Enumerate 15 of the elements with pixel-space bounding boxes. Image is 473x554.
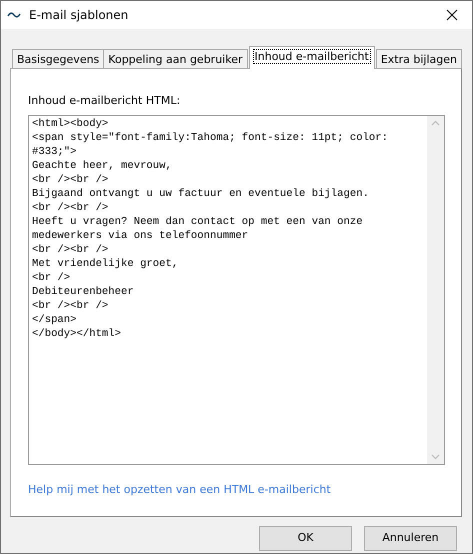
scroll-down-icon[interactable] [431,454,440,460]
tab[interactable]: Basisgegevens [12,49,104,69]
ok-button[interactable]: OK [259,526,352,551]
help-link[interactable]: Help mij met het opzetten van een HTML e-mailbericht [28,482,331,498]
window-title: E-mail sjablonen [29,7,130,24]
close-icon [446,9,458,21]
html-editor-field[interactable]: <html><body> <span style="font-family:Tahoma; font-size: 11pt; color: #333;"> Geachte heer, mevrouw, <br /><br /> Bijgaand ontvangt u uw factuur en eventuele bijlagen. <br /><br /> Heeft u vragen? Neem dan contact op met een van onze medewerkers via ons telefoonnummer <br /><br /> Met vriendelijke groet, <br /> Debiteurenbeheer <br /><br /> </span> </body></html> [28,114,445,464]
tab[interactable]: Inhoud e-mailbericht [248,46,375,69]
tab[interactable]: Koppeling aan gebruiker [103,49,248,69]
editor-label: Inhoud e-mailbericht HTML: [28,93,182,109]
scrollbar[interactable] [427,116,444,464]
cancel-button[interactable]: Annuleren [364,526,457,551]
scroll-up-icon[interactable] [431,120,440,126]
tab[interactable]: Extra bijlagen [376,49,462,69]
app-icon [7,10,21,20]
